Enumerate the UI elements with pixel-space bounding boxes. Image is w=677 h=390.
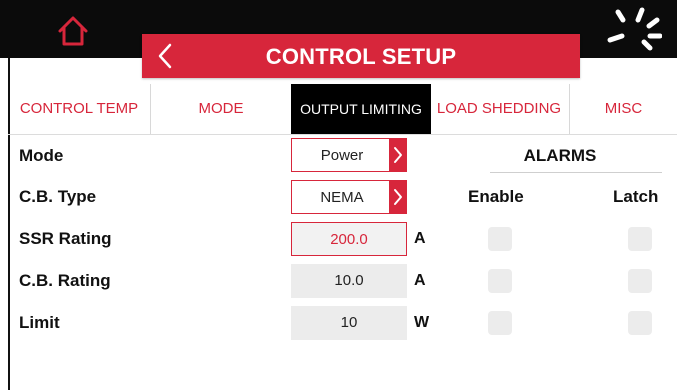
cb-type-select[interactable]: NEMA [291,180,407,214]
cb-rating-input[interactable]: 10.0 [291,264,407,298]
mode-select[interactable]: Power [291,138,407,172]
latch-column-header: Latch [613,187,659,206]
ssr-rating-latch-checkbox[interactable] [628,227,652,251]
limit-label: Limit [19,313,60,332]
cb-rating-enable-checkbox[interactable] [488,269,512,293]
alarms-divider [490,172,662,173]
control-setup-screen: CONTROL SETUP CONTROL TEMP MODE OUTPUT L… [0,0,677,390]
tab-output-limiting[interactable]: OUTPUT LIMITING [291,84,431,134]
cb-rating-latch-checkbox[interactable] [628,269,652,293]
limit-latch-checkbox[interactable] [628,311,652,335]
tab-bar: CONTROL TEMP MODE OUTPUT LIMITING LOAD S… [8,84,677,134]
tab-misc[interactable]: MISC [570,84,677,134]
tab-underline [8,134,677,135]
page-title: CONTROL SETUP [265,44,457,69]
enable-column-header: Enable [468,187,524,206]
limit-enable-checkbox[interactable] [488,311,512,335]
mode-value: Power [320,147,364,164]
tab-mode[interactable]: MODE [151,84,291,134]
limit-unit: W [414,314,430,331]
ssr-rating-enable-checkbox[interactable] [488,227,512,251]
tab-load-shedding[interactable]: LOAD SHEDDING [431,84,567,134]
home-icon[interactable] [56,14,90,48]
cb-type-value: NEMA [320,189,364,206]
ssr-rating-unit: A [414,230,426,247]
limit-input[interactable]: 10 [291,306,407,340]
ssr-rating-label: SSR Rating [19,229,112,248]
ssr-rating-input[interactable]: 200.0 [291,222,407,256]
alarms-title: ALARMS [523,146,597,165]
cb-rating-label: C.B. Rating [19,271,111,290]
chevron-right-icon [389,180,407,214]
loading-spinner-icon [607,7,662,51]
chevron-right-icon [389,138,407,172]
mode-label: Mode [19,146,64,165]
cb-type-label: C.B. Type [19,187,97,206]
title-bar: CONTROL SETUP [142,34,580,78]
tab-control-temp[interactable]: CONTROL TEMP [8,84,150,134]
cb-rating-unit: A [414,272,426,289]
